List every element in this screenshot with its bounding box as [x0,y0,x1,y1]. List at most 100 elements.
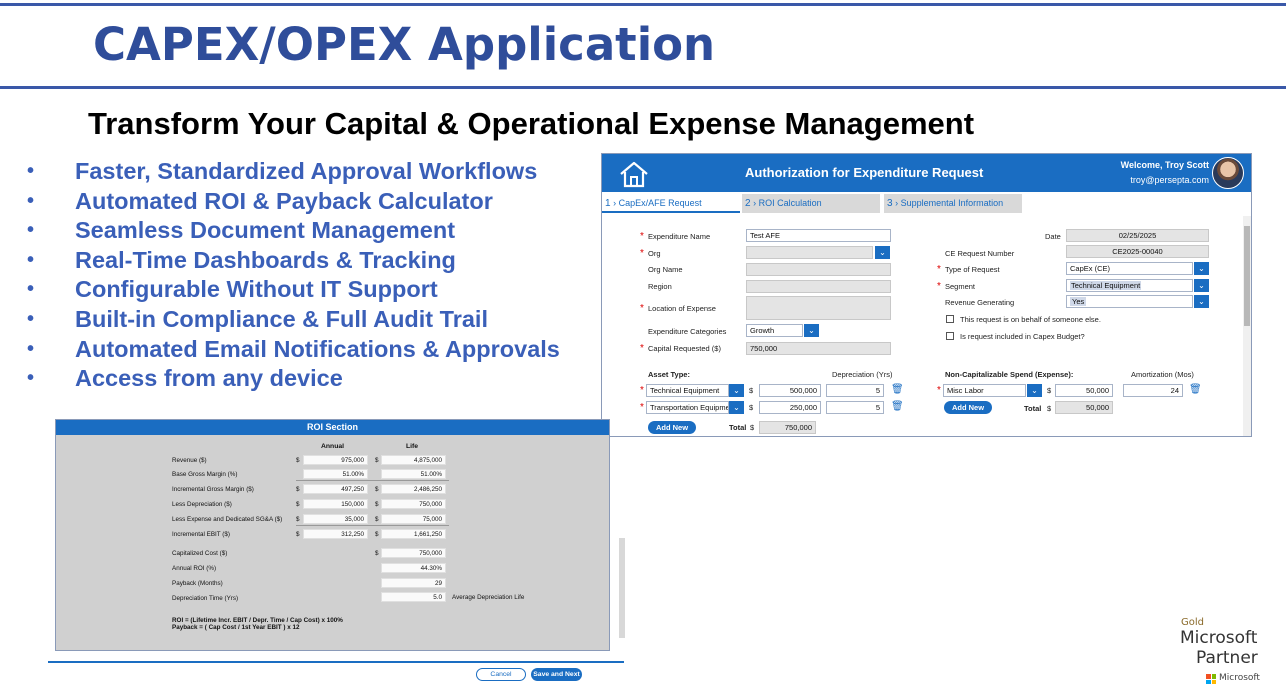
org-select[interactable] [746,246,873,259]
location-label: Location of Expense [648,304,716,313]
categories-select[interactable]: Growth [746,324,803,337]
chevron-down-icon[interactable]: ⌄ [1194,279,1209,292]
chevron-down-icon[interactable]: ⌄ [1194,262,1209,275]
trash-icon[interactable]: 🗑 [891,385,904,395]
required-marker: * [640,248,644,259]
chevron-down-icon[interactable]: ⌄ [804,324,819,337]
noncap-total-field: 50,000 [1055,401,1113,414]
chevron-down-icon[interactable]: ⌄ [1194,295,1209,308]
revenue-generating-value: Yes [1070,297,1087,306]
date-label: Date [1045,232,1061,241]
title-divider [0,86,1286,89]
currency-symbol: $ [375,501,379,508]
asset-type-select[interactable]: Transportation Equipment [646,401,729,414]
expenditure-name-input[interactable]: Test AFE [746,229,891,242]
org-name-label: Org Name [648,265,683,274]
avatar[interactable] [1212,157,1244,189]
currency-symbol: $ [296,531,300,538]
roi-title: ROI Section [56,420,609,435]
annual-roi-label: Annual ROI (%) [172,565,217,572]
asset-total-label: Total [729,423,747,432]
roi-row-label: Incremental EBIT ($) [172,531,230,538]
tab-number: 3 [887,198,893,209]
feature-item: • Access from any device [27,365,597,395]
asset-type-select[interactable]: Technical Equipment [646,384,729,397]
partner-line1: Microsoft [1180,628,1258,648]
divider [296,525,449,526]
chevron-right-icon: › [895,198,899,208]
type-of-request-select[interactable]: CapEx (CE) [1066,262,1193,275]
tab-supplemental-information[interactable]: 3 › Supplemental Information [884,194,1022,213]
feature-item: • Faster, Standardized Approval Workflows [27,158,597,188]
noncap-total-label: Total [1024,404,1042,413]
user-email: troy@persepta.com [1130,175,1209,185]
chevron-down-icon[interactable]: ⌄ [729,401,744,414]
tab-roi-calculation[interactable]: 2 › ROI Calculation [742,194,880,213]
feature-text: Real-Time Dashboards & Tracking [75,246,456,273]
currency-symbol: $ [1047,386,1052,395]
depreciation-time-label: Depreciation Time (Yrs) [172,595,239,602]
add-noncap-button[interactable]: Add New [944,401,992,414]
welcome-text: Welcome, Troy Scott [1120,160,1209,170]
feature-item: • Automated Email Notifications & Approva… [27,336,597,366]
bullet: • [27,248,35,271]
trash-icon[interactable]: 🗑 [1189,385,1202,395]
capital-requested-field: 750,000 [746,342,891,355]
tab-capex-request[interactable]: 1 › CapEx/AFE Request [602,194,740,213]
slide-subtitle: Transform Your Capital & Operational Exp… [88,106,975,141]
location-input[interactable] [746,296,891,320]
roi-annual-value: 150,000 [303,499,368,509]
microsoft-logo-icon [1206,674,1216,684]
asset-years-input[interactable]: 5 [826,401,884,414]
feature-item: • Real-Time Dashboards & Tracking [27,247,597,277]
roi-annual-value: 497,250 [303,484,368,494]
scrollbar[interactable] [619,538,625,638]
logo-square [1206,674,1211,679]
chevron-down-icon[interactable]: ⌄ [875,246,890,259]
logo-square [1211,679,1216,684]
asset-total-field: 750,000 [759,421,816,434]
amortization-input[interactable]: 24 [1123,384,1183,397]
slide-title: CAPEX/OPEX Application [93,18,716,71]
revenue-generating-select[interactable]: Yes [1066,295,1193,308]
roi-row-label: Base Gross Margin (%) [172,471,238,478]
asset-amount-input[interactable]: 250,000 [759,401,821,414]
capex-budget-label: Is request included in Capex Budget? [960,332,1085,341]
home-icon[interactable] [618,160,650,188]
scrollbar[interactable] [1243,216,1251,436]
tab-number: 1 [605,198,611,209]
segment-select[interactable]: Technical Equipment [1066,279,1193,292]
currency-symbol: $ [296,516,300,523]
scrollbar-thumb[interactable] [1244,226,1250,326]
asset-type-label: Asset Type: [648,370,690,379]
required-marker: * [937,385,941,396]
roi-row-label: Incremental Gross Margin ($) [172,486,254,493]
depreciation-time-value: 5.0 [381,592,446,602]
chevron-down-icon[interactable]: ⌄ [1027,384,1042,397]
cancel-button[interactable]: Cancel [476,668,526,681]
noncap-amount-input[interactable]: 50,000 [1055,384,1113,397]
chevron-down-icon[interactable]: ⌄ [729,384,744,397]
currency-symbol: $ [375,486,379,493]
capex-budget-checkbox[interactable] [946,332,954,340]
tab-label: ROI Calculation [758,198,822,208]
feature-text: Built-in Compliance & Full Audit Trail [75,305,488,332]
payback-formula: Payback = ( Cap Cost / 1st Year EBIT ) x… [172,624,300,631]
noncap-type-select[interactable]: Misc Labor [943,384,1026,397]
chevron-right-icon: › [613,198,617,208]
logo-square [1211,674,1216,679]
required-marker: * [640,343,644,354]
type-of-request-label: Type of Request [945,265,1000,274]
roi-life-value: 4,875,000 [381,455,446,465]
roi-life-value: 750,000 [381,499,446,509]
asset-amount-input[interactable]: 500,000 [759,384,821,397]
behalf-checkbox[interactable] [946,315,954,323]
bullet: • [27,219,35,242]
afe-title: Authorization for Expenditure Request [745,165,984,180]
trash-icon[interactable]: 🗑 [891,402,904,412]
roi-life-value: 75,000 [381,514,446,524]
segment-value: Technical Equipment [1070,281,1142,290]
add-asset-button[interactable]: Add New [648,421,696,434]
asset-years-input[interactable]: 5 [826,384,884,397]
save-and-next-button[interactable]: Save and Next [531,668,582,681]
